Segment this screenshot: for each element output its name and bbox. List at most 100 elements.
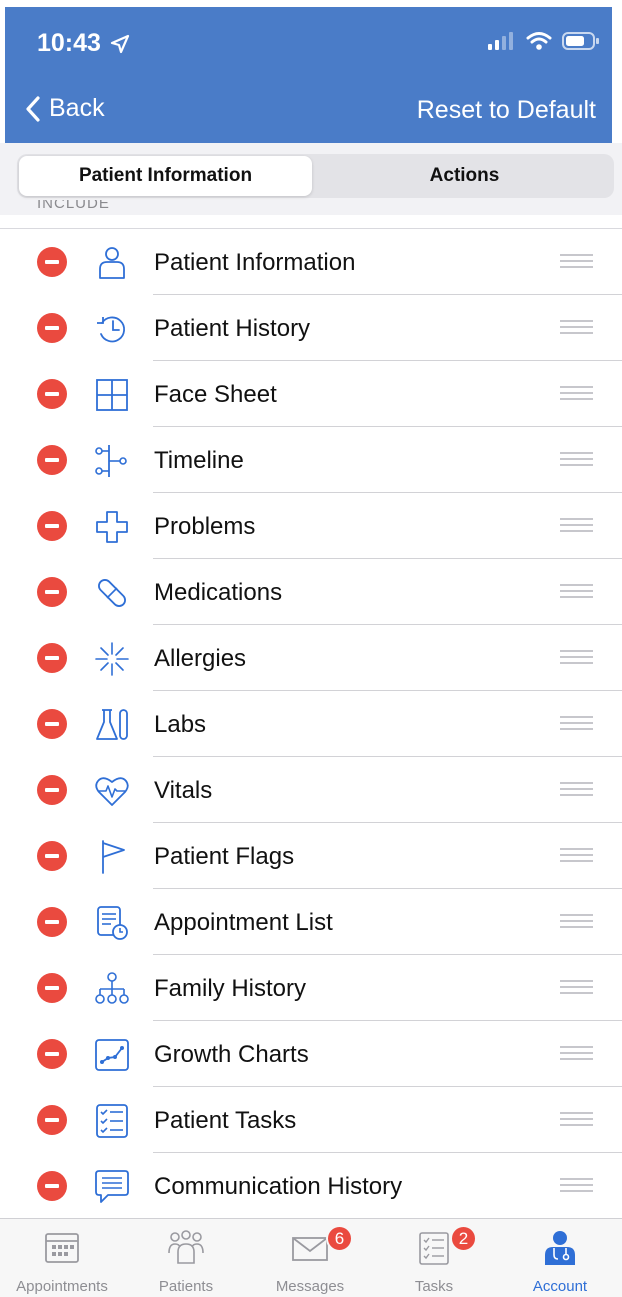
family-tree-icon [95, 972, 129, 1004]
wifi-icon [526, 32, 552, 50]
item-label: Patient Information [154, 249, 356, 276]
list-item[interactable]: Allergies [0, 625, 622, 691]
timeline-icon [95, 445, 127, 477]
delete-icon[interactable] [37, 841, 67, 871]
location-arrow-icon [110, 34, 130, 54]
battery-icon [562, 32, 599, 50]
list-item[interactable]: Growth Charts [0, 1021, 622, 1087]
delete-icon[interactable] [37, 907, 67, 937]
reorder-handle-icon[interactable] [560, 914, 593, 929]
item-label: Patient History [154, 315, 311, 342]
list-item[interactable]: Face Sheet [0, 361, 622, 427]
reorder-handle-icon[interactable] [560, 518, 593, 533]
history-clock-icon [97, 316, 126, 343]
appointment-list-icon [97, 906, 128, 940]
list-item[interactable]: Problems [0, 493, 622, 559]
reset-to-default-button[interactable]: Reset to Default [417, 96, 596, 125]
doctor-icon [545, 1231, 575, 1265]
reorder-handle-icon[interactable] [560, 1112, 593, 1127]
reorder-handle-icon[interactable] [560, 848, 593, 863]
tab-label: Account [532, 1278, 588, 1295]
navigation-bar: 10:43 Back Reset to Default [5, 7, 612, 143]
reorder-handle-icon[interactable] [560, 254, 593, 269]
person-icon [99, 247, 125, 279]
tab-account[interactable]: Account [498, 1219, 622, 1297]
list-item[interactable]: Patient Tasks [0, 1087, 622, 1153]
delete-icon[interactable] [37, 643, 67, 673]
delete-icon[interactable] [37, 379, 67, 409]
tab-label: Appointments [16, 1278, 108, 1295]
delete-icon[interactable] [37, 1105, 67, 1135]
reorder-handle-icon[interactable] [560, 716, 593, 731]
list-item[interactable]: Timeline [0, 427, 622, 493]
reorder-handle-icon[interactable] [560, 980, 593, 995]
back-label: Back [49, 94, 105, 122]
delete-icon[interactable] [37, 709, 67, 739]
reorder-handle-icon[interactable] [560, 452, 593, 467]
item-label: Patient Tasks [154, 1107, 297, 1134]
tab-label: Messages [275, 1278, 345, 1295]
calendar-icon [45, 1233, 79, 1263]
delete-icon[interactable] [37, 313, 67, 343]
segmented-control-area: Patient Information Actions INCLUDE [0, 143, 622, 215]
included-items-list: Patient Information Patient History Face… [0, 228, 622, 1219]
item-label: Family History [154, 975, 307, 1002]
item-label: Patient Flags [154, 843, 295, 870]
chevron-left-icon [26, 95, 40, 122]
tasks-icon [419, 1232, 449, 1265]
messages-badge: 6 [326, 1225, 353, 1252]
item-label: Face Sheet [154, 381, 277, 408]
section-header: INCLUDE [37, 200, 110, 212]
reorder-handle-icon[interactable] [560, 782, 593, 797]
item-label: Vitals [154, 777, 213, 804]
list-item[interactable]: Communication History [0, 1153, 622, 1219]
checklist-icon [96, 1104, 128, 1138]
delete-icon[interactable] [37, 511, 67, 541]
reorder-handle-icon[interactable] [560, 650, 593, 665]
delete-icon[interactable] [37, 973, 67, 1003]
tab-messages[interactable]: 6 Messages [248, 1219, 372, 1297]
item-label: Growth Charts [154, 1041, 309, 1068]
tab-appointments[interactable]: Appointments [0, 1219, 124, 1297]
delete-icon[interactable] [37, 577, 67, 607]
back-button[interactable]: Back [25, 94, 105, 123]
patients-group-icon [168, 1230, 204, 1264]
delete-icon[interactable] [37, 1039, 67, 1069]
segmented-control: Patient Information Actions [17, 154, 614, 198]
heart-pulse-icon [95, 777, 129, 806]
delete-icon[interactable] [37, 247, 67, 277]
item-label: Timeline [154, 447, 244, 474]
growth-chart-icon [95, 1039, 129, 1071]
reorder-handle-icon[interactable] [560, 1178, 593, 1193]
segment-patient-information[interactable]: Patient Information [19, 156, 312, 196]
delete-icon[interactable] [37, 775, 67, 805]
grid-icon [96, 379, 128, 411]
reorder-handle-icon[interactable] [560, 1046, 593, 1061]
signal-icon [488, 32, 513, 50]
reorder-handle-icon[interactable] [560, 584, 593, 599]
tab-patients[interactable]: Patients [124, 1219, 248, 1297]
item-label: Problems [154, 513, 256, 540]
tasks-badge: 2 [450, 1225, 477, 1252]
tab-bar: Appointments Patients 6 Messages 2 Tasks… [0, 1218, 622, 1297]
delete-icon[interactable] [37, 445, 67, 475]
list-item[interactable]: Medications [0, 559, 622, 625]
item-label: Labs [154, 711, 207, 738]
flag-icon [102, 840, 125, 874]
list-item[interactable]: Labs [0, 691, 622, 757]
lab-flask-icon [96, 709, 128, 740]
item-label: Medications [154, 579, 283, 606]
list-item[interactable]: Vitals [0, 757, 622, 823]
list-item[interactable]: Family History [0, 955, 622, 1021]
reorder-handle-icon[interactable] [560, 320, 593, 335]
list-item[interactable]: Patient Flags [0, 823, 622, 889]
allergy-burst-icon [95, 642, 129, 676]
list-item[interactable]: Patient History [0, 295, 622, 361]
delete-icon[interactable] [37, 1171, 67, 1201]
pill-icon [98, 579, 126, 607]
segment-actions[interactable]: Actions [317, 156, 612, 196]
tab-tasks[interactable]: 2 Tasks [372, 1219, 496, 1297]
list-item[interactable]: Patient Information [0, 229, 622, 295]
list-item[interactable]: Appointment List [0, 889, 622, 955]
reorder-handle-icon[interactable] [560, 386, 593, 401]
